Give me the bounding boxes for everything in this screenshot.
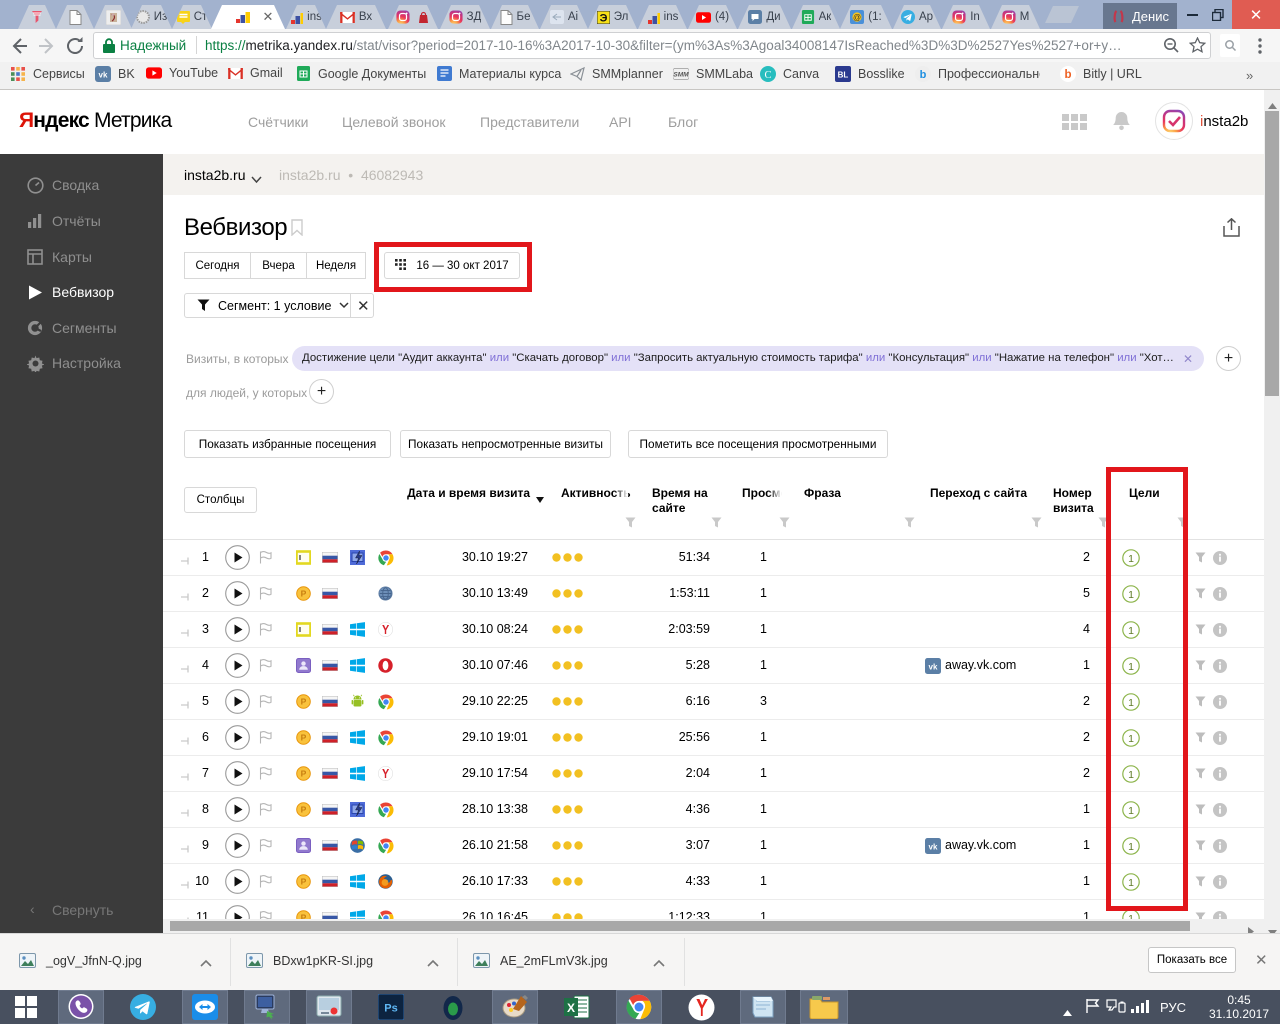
svg-text:P: P bbox=[301, 877, 307, 887]
svg-text:vk: vk bbox=[99, 71, 108, 80]
svg-text:vk: vk bbox=[929, 663, 938, 672]
svg-text:P: P bbox=[301, 805, 307, 815]
svg-text:SMM: SMM bbox=[673, 72, 689, 79]
svg-text:b: b bbox=[920, 69, 927, 81]
svg-text:C: C bbox=[764, 70, 771, 81]
svg-text:P: P bbox=[301, 589, 307, 599]
svg-text:X: X bbox=[567, 1001, 575, 1015]
svg-text:b: b bbox=[1064, 69, 1071, 81]
svg-text:P: P bbox=[301, 697, 307, 707]
svg-text:BL: BL bbox=[838, 71, 849, 80]
svg-text:@: @ bbox=[853, 13, 861, 22]
svg-text:P: P bbox=[301, 733, 307, 743]
svg-text:Ps: Ps bbox=[384, 1003, 397, 1015]
svg-text:Э: Э bbox=[599, 12, 607, 24]
svg-text:P: P bbox=[301, 769, 307, 779]
svg-text:vk: vk bbox=[929, 843, 938, 852]
